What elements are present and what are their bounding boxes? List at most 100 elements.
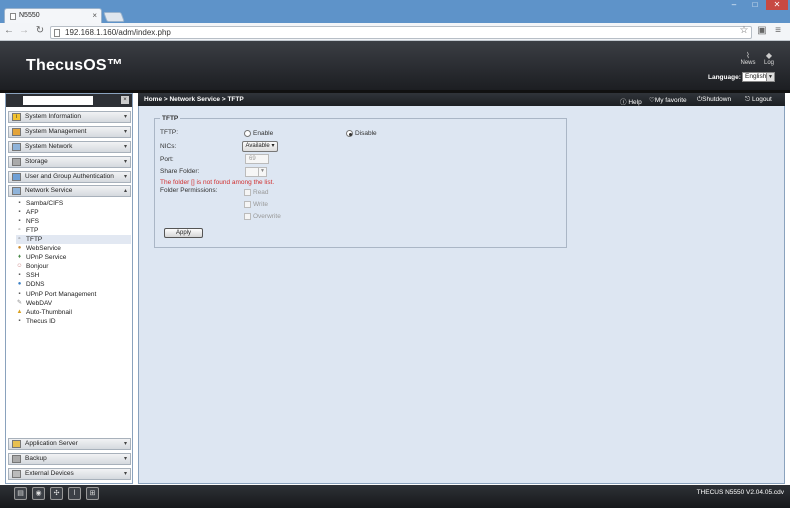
sidebar-item-afp[interactable]: ▪ AFP xyxy=(16,208,131,217)
sidebar-search: × xyxy=(6,94,132,107)
sidebar-category-system-management[interactable]: System Management ▾ xyxy=(8,126,131,138)
sidebar-item-nfs[interactable]: ▪ NFS xyxy=(16,217,131,226)
language-select[interactable]: English ▼ xyxy=(742,72,775,82)
new-tab-button[interactable] xyxy=(103,12,125,22)
sidebar-item-label: AFP xyxy=(26,209,39,216)
chevron-down-icon: ▾ xyxy=(123,456,127,462)
write-checkbox[interactable] xyxy=(244,201,251,208)
my-favorite-link[interactable]: ♡My favorite xyxy=(649,96,687,104)
disable-radio[interactable] xyxy=(346,130,353,137)
apply-button[interactable]: Apply xyxy=(164,228,203,238)
search-input[interactable] xyxy=(23,96,93,105)
external-devices-icon xyxy=(12,470,21,478)
shutdown-link[interactable]: ⏻Shutdown xyxy=(697,96,731,104)
share-folder-select[interactable]: ▼ xyxy=(245,167,267,177)
disk-icon[interactable]: ▤ xyxy=(14,487,27,500)
breadcrumb[interactable]: Home > Network Service > TFTP xyxy=(144,96,244,103)
application-server-icon xyxy=(12,440,21,448)
rss-news-icon[interactable]: ⌇ xyxy=(741,51,755,60)
sidebar-category-application-server[interactable]: Application Server ▾ xyxy=(8,438,131,450)
logout-link[interactable]: ⎋ Logout xyxy=(745,96,772,104)
sidebar-category-system-information[interactable]: i System Information ▾ xyxy=(8,111,131,123)
close-window-button[interactable]: ✕ xyxy=(766,0,788,10)
afp-icon: ▪ xyxy=(18,209,21,215)
sidebar-item-webservice[interactable]: ● WebService xyxy=(16,244,131,253)
sidebar-category-backup[interactable]: Backup ▾ xyxy=(8,453,131,465)
favorite-label: My favorite xyxy=(654,97,687,104)
help-link[interactable]: ⓘ Help xyxy=(620,96,642,106)
sidebar-category-network-service[interactable]: Network Service ▴ xyxy=(8,185,131,197)
sidebar-item-ftp[interactable]: ▫ FTP xyxy=(16,226,131,235)
enable-label: Enable xyxy=(253,130,274,137)
sidebar-item-label: Bonjour xyxy=(26,263,49,270)
sidebar-item-webdav[interactable]: ✎ WebDAV xyxy=(16,299,131,308)
language-value: English xyxy=(745,73,767,80)
help-label: Help xyxy=(628,99,642,106)
reload-icon[interactable]: ↻ xyxy=(34,25,46,36)
search-clear-icon[interactable]: × xyxy=(121,96,129,104)
error-message: The folder [] is not found among the lis… xyxy=(160,179,275,186)
log-link[interactable]: Log xyxy=(760,60,778,66)
samba-icon: ▪ xyxy=(18,200,21,206)
share-folder-label: Share Folder: xyxy=(160,168,200,175)
footer-bar xyxy=(0,485,790,508)
bookmark-star-icon[interactable]: ☆ xyxy=(738,25,750,36)
chevron-down-icon: ▾ xyxy=(123,471,127,477)
ddns-icon: ● xyxy=(17,281,22,287)
sidebar-item-thecus-id[interactable]: ▪ Thecus ID xyxy=(16,317,131,326)
read-checkbox[interactable] xyxy=(244,189,251,196)
sidebar-item-samba-cifs[interactable]: ▪ Samba/CIFS xyxy=(16,199,131,208)
url-text: 192.168.1.160/adm/index.php xyxy=(65,28,171,37)
webdav-icon: ✎ xyxy=(16,300,23,306)
back-arrow-icon[interactable]: ← xyxy=(3,25,15,36)
sidebar-category-storage[interactable]: Storage ▾ xyxy=(8,156,131,168)
menu-icon[interactable]: ≡ xyxy=(772,25,784,36)
extension-icon[interactable]: ▣ xyxy=(756,25,768,36)
forward-arrow-icon[interactable]: → xyxy=(18,25,30,36)
news-link[interactable]: News xyxy=(739,60,757,66)
fan-icon[interactable]: ✣ xyxy=(50,487,63,500)
maximize-button[interactable]: □ xyxy=(746,0,764,10)
sidebar-item-label: UPnP Service xyxy=(26,254,67,261)
sidebar-item-label: WebDAV xyxy=(26,300,53,307)
sidebar-item-upnp-port-management[interactable]: ▪ UPnP Port Management xyxy=(16,290,131,299)
nfs-icon: ▪ xyxy=(18,218,21,224)
webservice-icon: ● xyxy=(17,245,22,251)
ftp-icon: ▫ xyxy=(18,227,21,233)
sidebar-item-bonjour[interactable]: ☺ Bonjour xyxy=(16,262,131,271)
sidebar-category-system-network[interactable]: System Network ▾ xyxy=(8,141,131,153)
info-icon: i xyxy=(12,113,21,121)
sidebar-item-tftp[interactable]: ▫ TFTP xyxy=(16,235,131,244)
sidebar-item-upnp-service[interactable]: ♦ UPnP Service xyxy=(16,253,131,262)
sidebar-category-user-group-auth[interactable]: User and Group Authentication ▾ xyxy=(8,171,131,183)
thumbnail-icon: ▲ xyxy=(16,309,23,315)
nics-select[interactable]: Available ▾ xyxy=(242,141,278,152)
chevron-up-icon: ▴ xyxy=(123,188,127,194)
sidebar-item-ssh[interactable]: ▪ SSH xyxy=(16,271,131,280)
write-label: Write xyxy=(253,201,269,208)
upnp-icon: ♦ xyxy=(17,254,22,260)
port-input[interactable]: 69 xyxy=(245,154,269,164)
read-label: Read xyxy=(253,189,269,196)
logout-label: Logout xyxy=(751,96,772,103)
camera-icon[interactable]: ◉ xyxy=(32,487,45,500)
browser-tab[interactable]: N5550 × xyxy=(4,8,102,24)
tab-close-icon[interactable]: × xyxy=(92,11,97,20)
sidebar-item-auto-thumbnail[interactable]: ▲ Auto-Thumbnail xyxy=(16,308,131,317)
page-icon xyxy=(54,29,60,37)
overwrite-checkbox[interactable] xyxy=(244,213,251,220)
sidebar-item-ddns[interactable]: ● DDNS xyxy=(16,280,131,289)
address-bar[interactable]: 192.168.1.160/adm/index.php xyxy=(50,26,752,39)
log-speech-icon[interactable]: ◆ xyxy=(762,51,776,60)
sidebar-item-label: NFS xyxy=(26,218,39,225)
minimize-button[interactable]: ‒ xyxy=(724,0,744,10)
network-icon xyxy=(12,143,21,151)
sidebar-category-external-devices[interactable]: External Devices ▾ xyxy=(8,468,131,480)
tools-icon xyxy=(12,128,21,136)
thecus-id-icon: ▪ xyxy=(18,318,21,324)
temperature-icon[interactable]: ǀ xyxy=(68,487,81,500)
users-icon xyxy=(12,173,21,181)
overwrite-label: Overwrite xyxy=(253,213,281,220)
network-status-icon[interactable]: ⊞ xyxy=(86,487,99,500)
enable-radio[interactable] xyxy=(244,130,251,137)
